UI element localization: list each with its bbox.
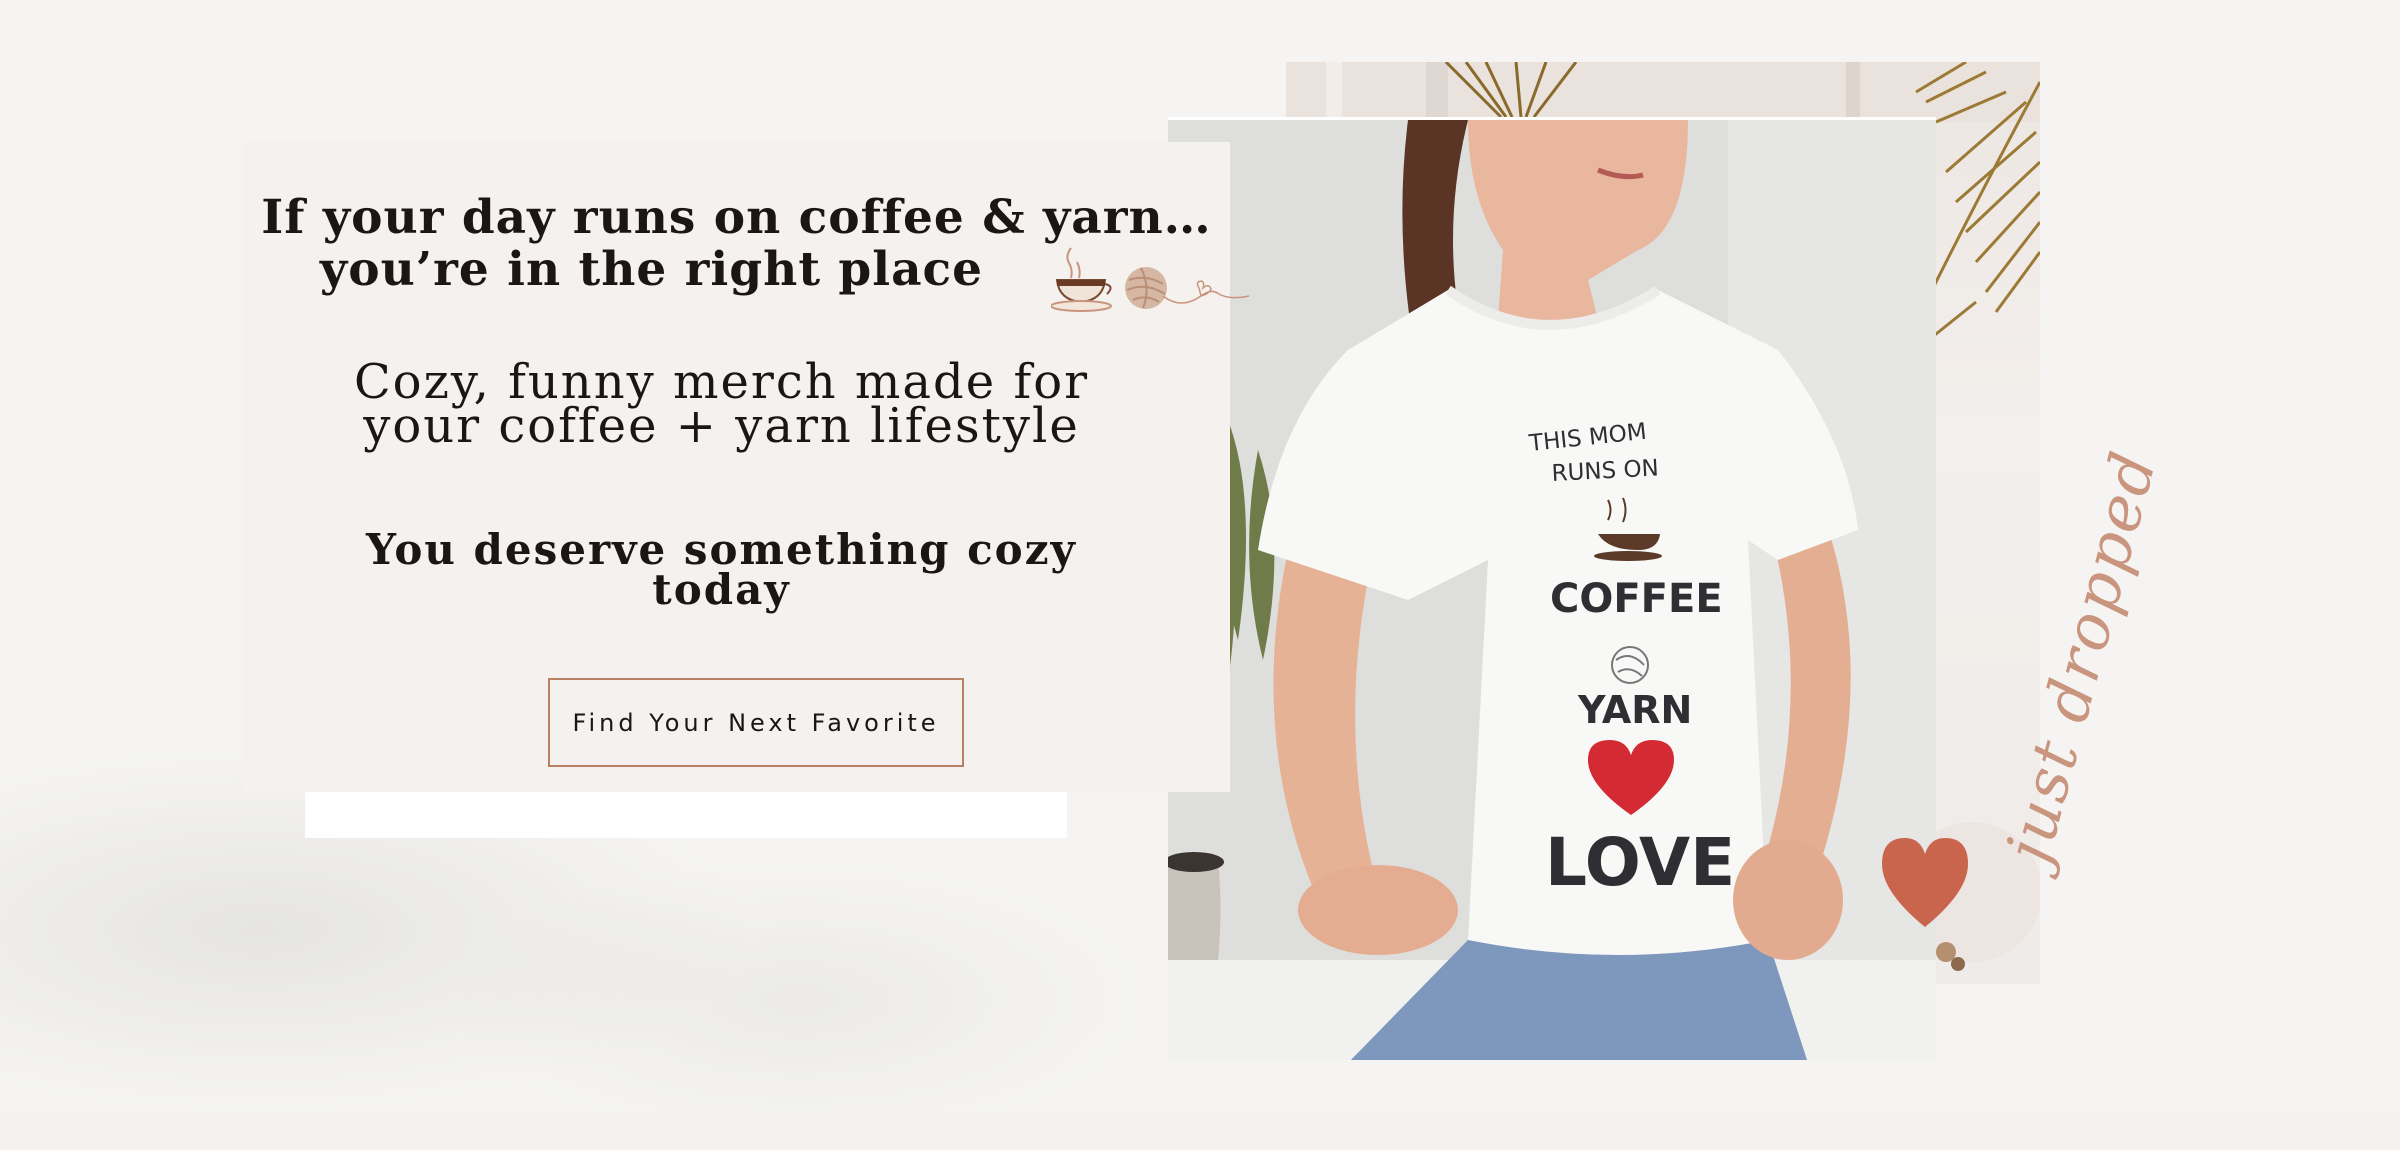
tagline-line1: You deserve something cozy	[366, 525, 1077, 574]
tagline-line2: today	[652, 565, 791, 614]
find-next-favorite-button[interactable]: Find Your Next Favorite	[548, 678, 964, 767]
hero-text-card: If your day runs on coffee & yarn… you’r…	[243, 142, 1250, 792]
product-photo: THIS MOM RUNS ON COFFEE YARN LOVE	[1168, 117, 1936, 1060]
shirt-word-love: LOVE	[1545, 824, 1735, 901]
headline-line1: If your day runs on coffee & yarn…	[261, 190, 1212, 245]
hero-tagline: You deserve something cozy today	[243, 525, 1230, 614]
shirt-word-coffee: COFFEE	[1550, 576, 1723, 622]
hero-subhead: Cozy, funny merch made for your coffee +…	[243, 358, 1230, 454]
shirt-word-yarn: YARN	[1577, 688, 1692, 732]
coffee-cup-icon	[1051, 247, 1112, 312]
model-wearing-tshirt: THIS MOM RUNS ON COFFEE YARN LOVE	[1168, 120, 1936, 1060]
yarn-ball-icon	[1125, 267, 1250, 309]
card-underlay	[305, 792, 1067, 838]
subhead-line2: your coffee + yarn lifestyle	[363, 398, 1080, 454]
coffee-yarn-decoration	[1051, 247, 1250, 312]
footer-strip	[0, 1112, 2400, 1150]
heart-icon	[1882, 838, 1968, 927]
